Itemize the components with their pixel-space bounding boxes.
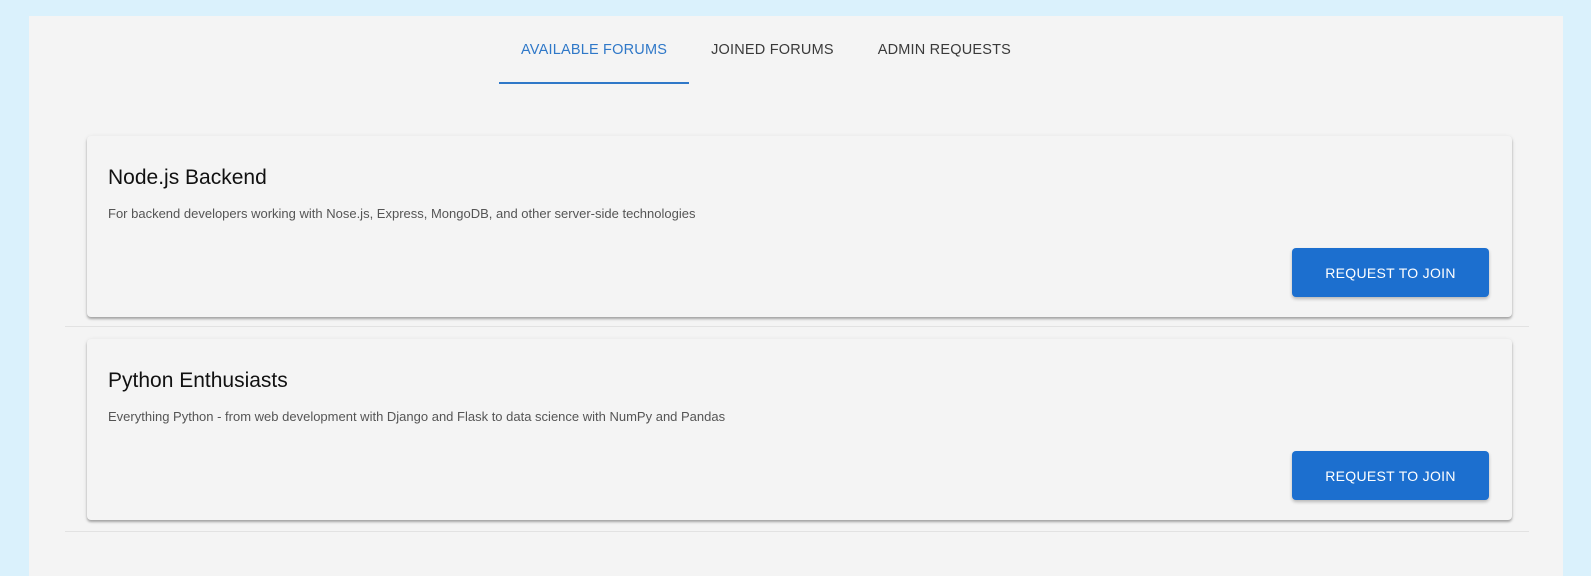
divider [65,531,1529,532]
forums-panel: AVAILABLE FORUMS JOINED FORUMS ADMIN REQ… [29,16,1563,576]
forum-description: For backend developers working with Nose… [108,206,696,221]
forum-title: Node.js Backend [108,166,267,189]
forum-card-nodejs: Node.js Backend For backend developers w… [87,136,1512,317]
tab-admin-requests[interactable]: ADMIN REQUESTS [856,16,1033,84]
request-to-join-button[interactable]: REQUEST TO JOIN [1292,451,1489,500]
forum-title: Python Enthusiasts [108,369,288,392]
tab-joined-forums[interactable]: JOINED FORUMS [689,16,856,84]
tab-available-forums[interactable]: AVAILABLE FORUMS [499,16,690,84]
divider [65,326,1529,327]
forum-card-python: Python Enthusiasts Everything Python - f… [87,339,1512,520]
forum-description: Everything Python - from web development… [108,409,726,424]
request-to-join-button[interactable]: REQUEST TO JOIN [1292,248,1489,297]
forum-tabs: AVAILABLE FORUMS JOINED FORUMS ADMIN REQ… [499,16,1033,84]
